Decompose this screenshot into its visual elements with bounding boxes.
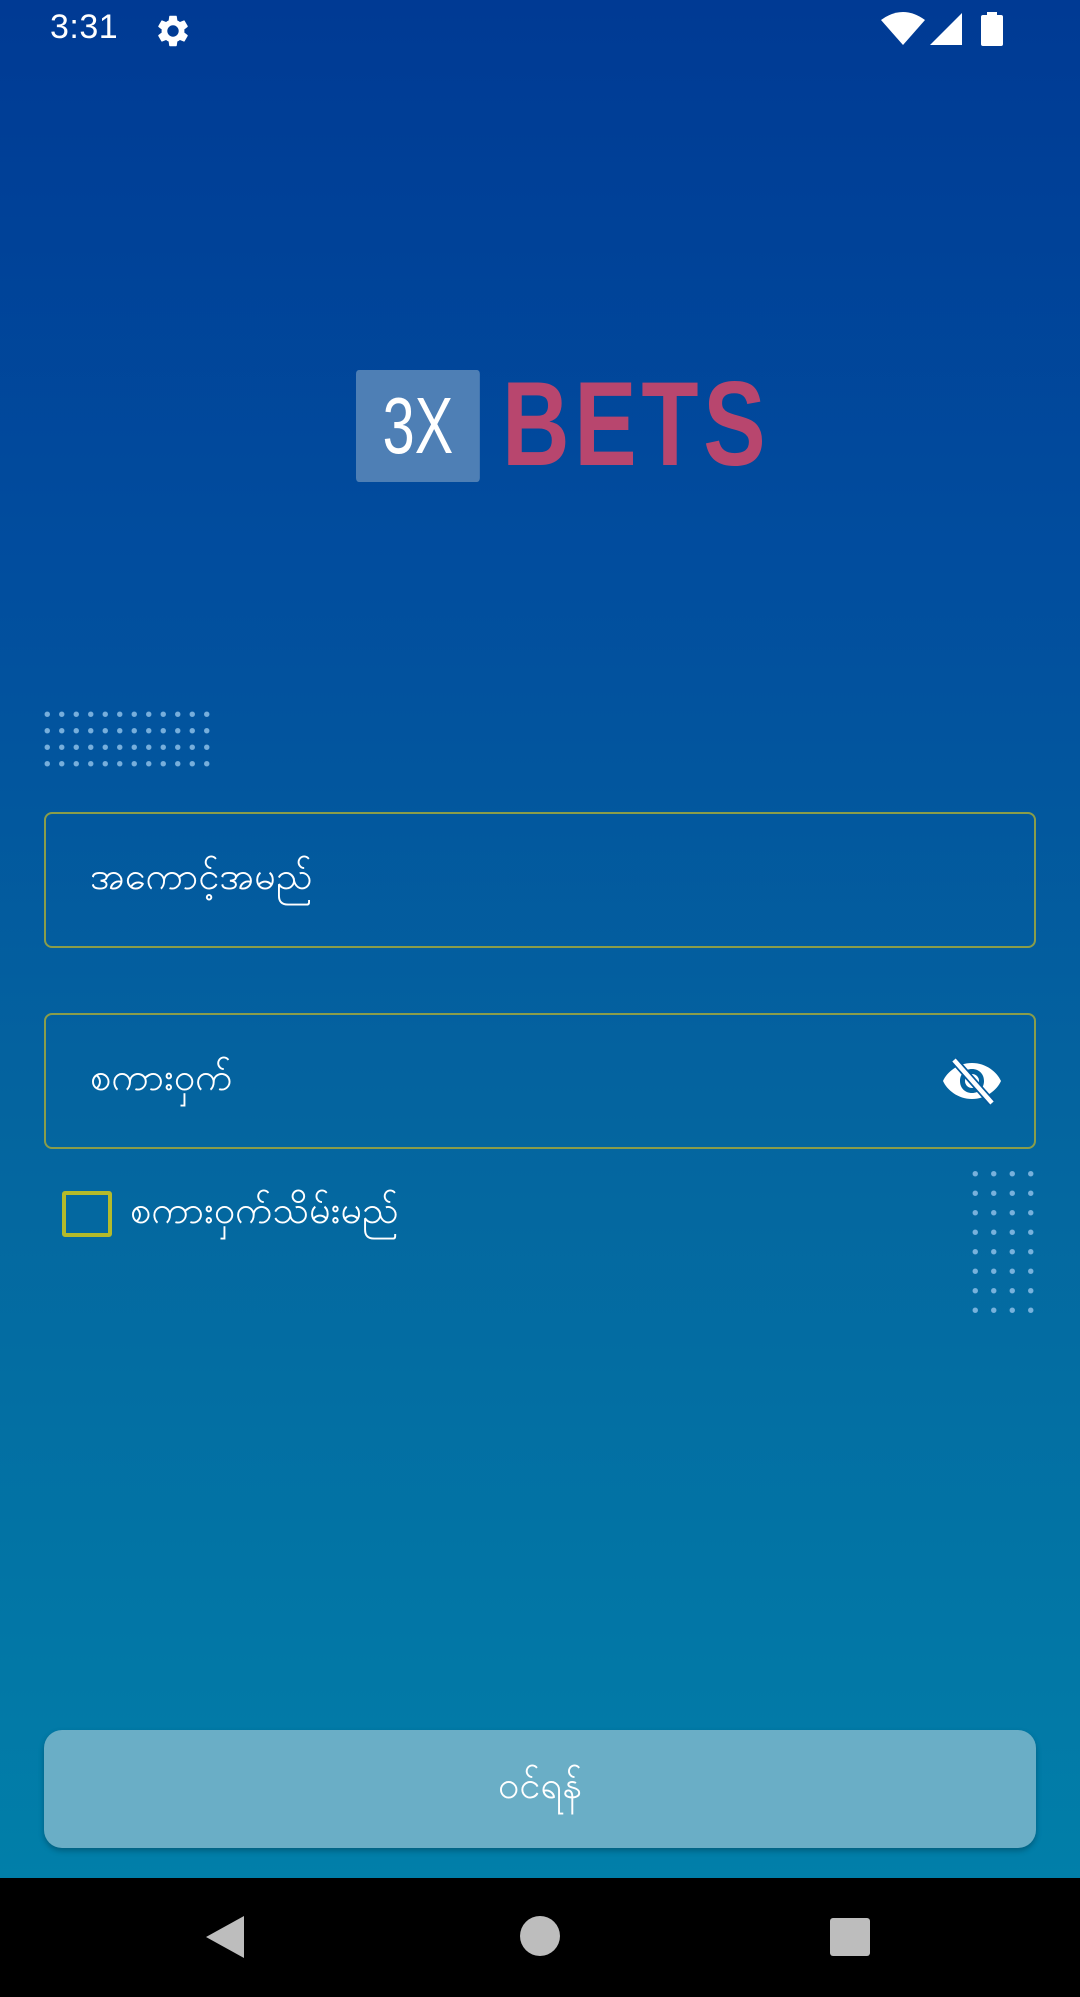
system-nav-bar [0, 1878, 1080, 1997]
wifi-icon [880, 12, 926, 46]
password-field[interactable]: စကားဝှက် [44, 1013, 1036, 1149]
gear-icon [154, 12, 192, 50]
username-field[interactable]: အကောင့်အမည် [44, 812, 1036, 948]
recents-icon[interactable] [830, 1918, 870, 1956]
status-time: 3:31 [50, 8, 119, 46]
remember-password-row[interactable]: စကားဝှက်သိမ်းမည် [62, 1186, 399, 1242]
login-screen: 3:31 3X BETS အကောင့်အမည် စကားဝှက် စကားဝှ… [0, 0, 1080, 1878]
status-bar: 3:31 [0, 0, 1080, 60]
signal-icon [928, 12, 964, 46]
dot-pattern-decoration [40, 706, 212, 772]
logo-wordmark: BETS [502, 357, 771, 491]
logo-badge: 3X [356, 370, 480, 482]
password-placeholder: စကားဝှက် [90, 1055, 233, 1099]
battery-icon [980, 12, 1004, 46]
back-icon[interactable] [204, 1914, 246, 1960]
eye-off-icon[interactable] [942, 1057, 1002, 1106]
username-placeholder: အကောင့်အမည် [90, 854, 313, 898]
remember-label: စကားဝှက်သိမ်းမည် [130, 1188, 399, 1232]
remember-checkbox[interactable] [62, 1191, 112, 1237]
app-logo: 3X BETS [356, 364, 766, 484]
dot-pattern-decoration [966, 1164, 1040, 1320]
login-button[interactable]: ဝင်ရန် [44, 1730, 1036, 1848]
home-icon[interactable] [520, 1916, 560, 1956]
